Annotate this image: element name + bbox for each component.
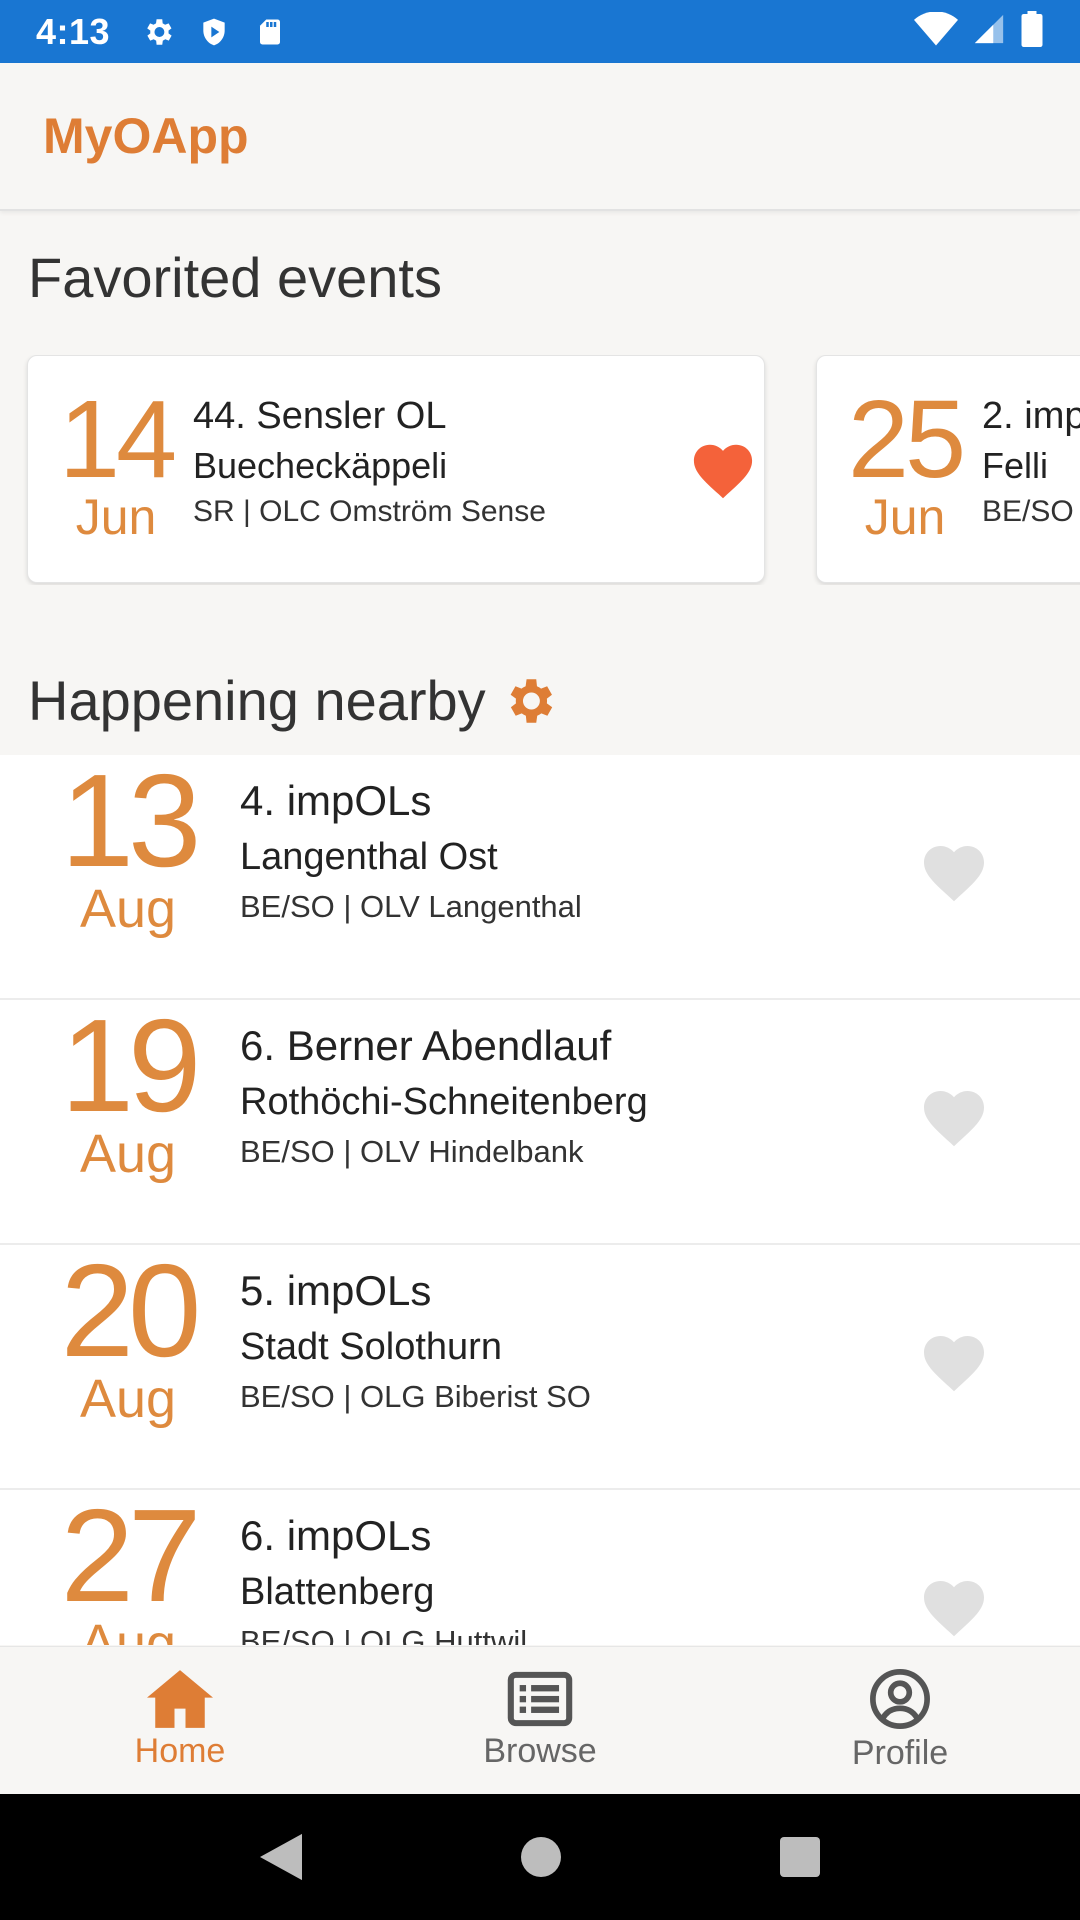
- nav-browse-label: Browse: [483, 1732, 597, 1770]
- heart-icon[interactable]: [918, 837, 990, 908]
- event-date: 27 Aug: [48, 1482, 208, 1646]
- status-bar: 4:13: [0, 0, 1080, 63]
- shield-icon: [194, 12, 234, 52]
- list-item[interactable]: 20 Aug 5. impOLs Stadt Solothurn BE/SO |…: [0, 1245, 1080, 1490]
- nav-home-label: Home: [134, 1732, 226, 1770]
- event-location: Buecheckäppeli: [193, 445, 448, 486]
- event-date: 25 Jun: [845, 378, 966, 545]
- event-location: Felli: [982, 445, 1049, 486]
- favorite-event-card[interactable]: 14 Jun 44. Sensler OL Buecheckäppeli SR …: [27, 355, 765, 583]
- event-date: 14 Jun: [56, 378, 177, 545]
- bottom-navigation: Home Browse Profile: [0, 1646, 1080, 1794]
- nav-profile[interactable]: Profile: [720, 1647, 1080, 1794]
- event-organizer: BE/SO | OLG Biberist SO: [240, 1379, 591, 1414]
- event-date: 19 Aug: [48, 992, 208, 1183]
- nearby-event-list[interactable]: 13 Aug 4. impOLs Langenthal Ost BE/SO | …: [0, 755, 1080, 1645]
- event-date: 20 Aug: [48, 1237, 208, 1428]
- event-organizer: BE/SO | OLV Hindelbank: [240, 1134, 584, 1169]
- list-item[interactable]: 19 Aug 6. Berner Abendlauf Rothöchi-Schn…: [0, 1000, 1080, 1245]
- back-icon[interactable]: [259, 1833, 302, 1881]
- profile-icon: [870, 1669, 930, 1729]
- status-time: 4:13: [36, 10, 111, 52]
- home-circle-icon[interactable]: [520, 1837, 561, 1877]
- sd-card-icon: [250, 12, 290, 52]
- heart-filled-icon[interactable]: [688, 436, 758, 505]
- event-location: Rothöchi-Schneitenberg: [240, 1081, 648, 1123]
- event-organizer: BE/SO: [982, 495, 1074, 528]
- favorites-carousel[interactable]: 14 Jun 44. Sensler OL Buecheckäppeli SR …: [0, 355, 1080, 585]
- settings-icon: [138, 12, 178, 52]
- event-day: 20: [60, 1237, 202, 1384]
- nav-profile-label: Profile: [851, 1734, 949, 1772]
- event-name: 4. impOLs: [240, 777, 432, 824]
- heart-icon[interactable]: [918, 1572, 990, 1643]
- event-organizer: BE/SO | OLG Huttwil: [240, 1624, 528, 1645]
- app-bar: MyOApp: [0, 63, 1080, 211]
- event-location: Blattenberg: [240, 1571, 435, 1613]
- happening-nearby-header: Happening nearby: [28, 668, 558, 733]
- favorited-events-title: Favorited events: [28, 246, 442, 309]
- event-name: 6. Berner Abendlauf: [240, 1022, 612, 1069]
- event-name: 6. impOLs: [240, 1512, 432, 1559]
- happening-nearby-title: Happening nearby: [28, 669, 486, 732]
- system-navigation-bar: [0, 1794, 1080, 1920]
- event-day: 14: [58, 378, 177, 501]
- event-day: 27: [60, 1482, 202, 1629]
- event-day: 13: [60, 755, 202, 894]
- nav-home[interactable]: Home: [0, 1647, 360, 1794]
- event-organizer: SR | OLC Omström Sense: [193, 495, 546, 528]
- nav-browse[interactable]: Browse: [360, 1647, 720, 1794]
- gear-icon[interactable]: [500, 672, 558, 730]
- event-name: 2. impOLs: [982, 395, 1080, 437]
- favorite-event-card[interactable]: 25 Jun 2. impOLs Felli BE/SO: [816, 355, 1080, 583]
- event-day: 19: [60, 992, 202, 1139]
- event-name: 5. impOLs: [240, 1267, 432, 1314]
- event-location: Langenthal Ost: [240, 836, 498, 878]
- signal-icon: [972, 12, 1006, 51]
- home-icon: [147, 1670, 213, 1728]
- event-date: 13 Aug: [48, 755, 208, 937]
- recents-icon[interactable]: [780, 1837, 821, 1877]
- event-name: 44. Sensler OL: [193, 395, 447, 437]
- list-icon: [507, 1671, 573, 1727]
- heart-icon[interactable]: [918, 1327, 990, 1398]
- event-day: 25: [847, 378, 966, 501]
- battery-icon: [1020, 11, 1044, 52]
- event-location: Stadt Solothurn: [240, 1326, 502, 1368]
- wifi-icon: [914, 11, 958, 51]
- list-item[interactable]: 27 Aug 6. impOLs Blattenberg BE/SO | OLG…: [0, 1490, 1080, 1645]
- heart-icon[interactable]: [918, 1082, 990, 1153]
- event-organizer: BE/SO | OLV Langenthal: [240, 889, 582, 924]
- app-title: MyOApp: [43, 108, 249, 164]
- list-item[interactable]: 13 Aug 4. impOLs Langenthal Ost BE/SO | …: [0, 755, 1080, 1000]
